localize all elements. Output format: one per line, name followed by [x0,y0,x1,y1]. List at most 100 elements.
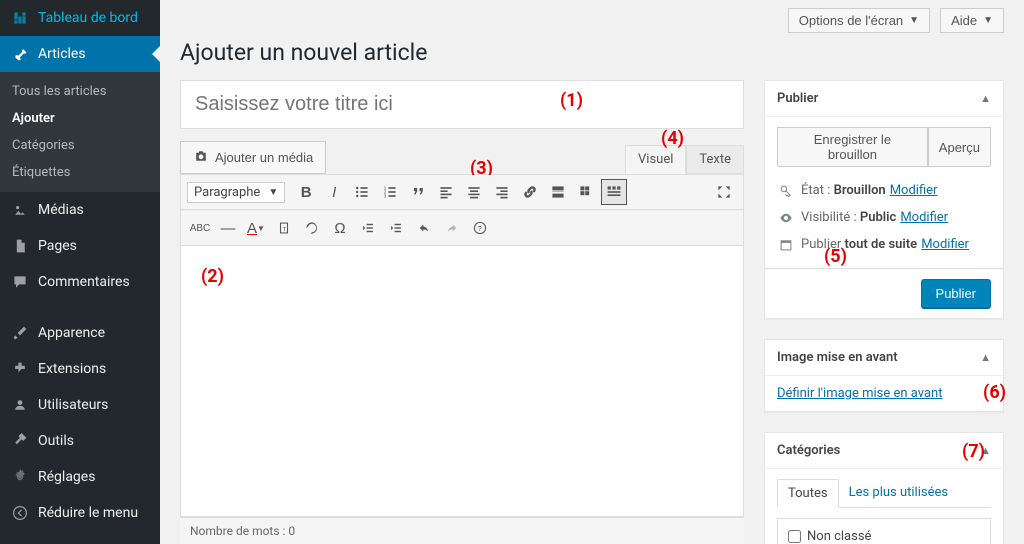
editor-column: (1) Ajouter un média (3) (4) Visuel Text… [180,80,744,544]
tab-text[interactable]: Texte [686,145,744,174]
editor-tabs: Visuel Texte [625,145,744,174]
media-icon [10,200,30,220]
category-tab-popular[interactable]: Les plus utilisées [839,479,959,507]
svg-text:?: ? [478,226,482,233]
svg-text:T: T [283,227,287,233]
sidebar-item-posts[interactable]: Articles [0,36,160,72]
textcolor-button[interactable]: A ▼ [243,215,269,241]
preview-button[interactable]: Aperçu [928,127,991,167]
help-button[interactable]: Aide▼ [940,8,1004,33]
comment-icon [10,272,30,292]
save-draft-button[interactable]: Enregistrer le brouillon [777,127,928,167]
chevron-up-icon: ▲ [980,92,991,105]
sidebar-item-label: Outils [38,433,74,449]
edit-visibility-link[interactable]: Modifier [900,210,948,225]
publish-box: Publier ▲ Enregistrer le brouillon Aperç… [764,80,1004,319]
link-button[interactable] [517,179,543,205]
toolbar-toggle-button[interactable] [573,179,599,205]
tab-visual[interactable]: Visuel [625,145,686,174]
sidebar-subitem-all-posts[interactable]: Tous les articles [0,78,160,105]
undo-button[interactable] [411,215,437,241]
strikethrough-button[interactable]: ABC [187,215,213,241]
posts-submenu: Tous les articles Ajouter Catégories Éti… [0,72,160,192]
settings-icon [10,467,30,487]
chevron-up-icon: ▲ [980,444,991,457]
add-media-button[interactable]: Ajouter un média [180,141,326,174]
post-title-input[interactable] [180,80,744,129]
sidebar-item-users[interactable]: Utilisateurs [0,387,160,423]
sidebar-item-label: Tableau de bord [38,10,138,26]
screen-options-button[interactable]: Options de l'écran▼ [788,8,930,33]
hr-button[interactable]: — [215,215,241,241]
outdent-button[interactable] [355,215,381,241]
numbered-list-button[interactable]: 123 [377,179,403,205]
category-list: Non classé [777,518,991,544]
admin-sidebar: Tableau de bord Articles Tous les articl… [0,0,160,544]
sidebar-column: Publier ▲ Enregistrer le brouillon Aperç… [764,80,1004,544]
categories-header[interactable]: Catégories ▲ [765,433,1003,469]
annotation-6: (6) [983,382,1006,403]
specialchar-button[interactable]: Ω [327,215,353,241]
sidebar-item-pages[interactable]: Pages [0,228,160,264]
italic-button[interactable]: I [321,179,347,205]
annotation-2: (2) [201,266,224,287]
sidebar-item-settings[interactable]: Réglages [0,459,160,495]
sidebar-item-plugins[interactable]: Extensions [0,351,160,387]
sidebar-item-label: Extensions [38,361,106,377]
set-featured-image-link[interactable]: Définir l'image mise en avant [777,386,942,401]
editor-toolbar-row2: ABC — A ▼ T Ω ? [181,210,743,246]
sidebar-item-appearance[interactable]: Apparence [0,315,160,351]
sidebar-collapse[interactable]: Réduire le menu [0,495,160,531]
paste-text-button[interactable]: T [271,215,297,241]
redo-button[interactable] [439,215,465,241]
schedule-line: Publier tout de suite Modifier [777,231,991,258]
align-center-button[interactable] [461,179,487,205]
sidebar-subitem-add-post[interactable]: Ajouter [0,105,160,132]
chevron-down-icon: ▼ [268,187,278,198]
sidebar-item-label: Commentaires [38,274,130,290]
content-editor[interactable]: (2) [181,246,743,516]
calendar-icon [777,238,795,252]
sidebar-subitem-categories[interactable]: Catégories [0,132,160,159]
readmore-button[interactable] [545,179,571,205]
categories-box: Catégories ▲ (7) Toutes Les plus utilisé… [764,432,1004,544]
sidebar-subitem-tags[interactable]: Étiquettes [0,159,160,186]
align-right-button[interactable] [489,179,515,205]
publish-button[interactable]: Publier [921,279,991,308]
align-left-button[interactable] [433,179,459,205]
sidebar-item-label: Médias [38,202,84,218]
category-item-uncategorized[interactable]: Non classé [788,529,980,544]
sidebar-item-comments[interactable]: Commentaires [0,264,160,300]
help-button[interactable]: ? [467,215,493,241]
sidebar-item-tools[interactable]: Outils [0,423,160,459]
sidebar-item-label: Pages [38,238,77,254]
featured-image-box: Image mise en avant ▲ Définir l'image mi… [764,339,1004,412]
edit-schedule-link[interactable]: Modifier [921,237,969,252]
format-select[interactable]: Paragraphe ▼ [187,182,285,203]
sidebar-item-media[interactable]: Médias [0,192,160,228]
dashboard-icon [10,8,30,28]
indent-button[interactable] [383,215,409,241]
editor-box: Paragraphe ▼ B I 123 ABC [180,174,744,517]
publish-box-header[interactable]: Publier ▲ [765,81,1003,117]
chevron-down-icon: ▼ [983,15,993,26]
pin-icon [10,44,30,64]
kitchen-sink-button[interactable] [601,179,627,205]
sidebar-item-dashboard[interactable]: Tableau de bord [0,0,160,36]
word-count: Nombre de mots : 0 [190,524,295,538]
page-icon [10,236,30,256]
key-icon [777,184,795,198]
clear-format-button[interactable] [299,215,325,241]
bold-button[interactable]: B [293,179,319,205]
category-tab-all[interactable]: Toutes [777,479,839,508]
fullscreen-button[interactable] [711,179,737,205]
bullet-list-button[interactable] [349,179,375,205]
visibility-line: Visibilité : Public Modifier [777,204,991,231]
svg-text:3: 3 [384,194,387,200]
blockquote-button[interactable] [405,179,431,205]
featured-image-header[interactable]: Image mise en avant ▲ [765,340,1003,376]
chevron-down-icon: ▼ [909,15,919,26]
sidebar-item-label: Apparence [38,325,105,341]
edit-status-link[interactable]: Modifier [890,183,938,198]
category-checkbox[interactable] [788,530,801,543]
